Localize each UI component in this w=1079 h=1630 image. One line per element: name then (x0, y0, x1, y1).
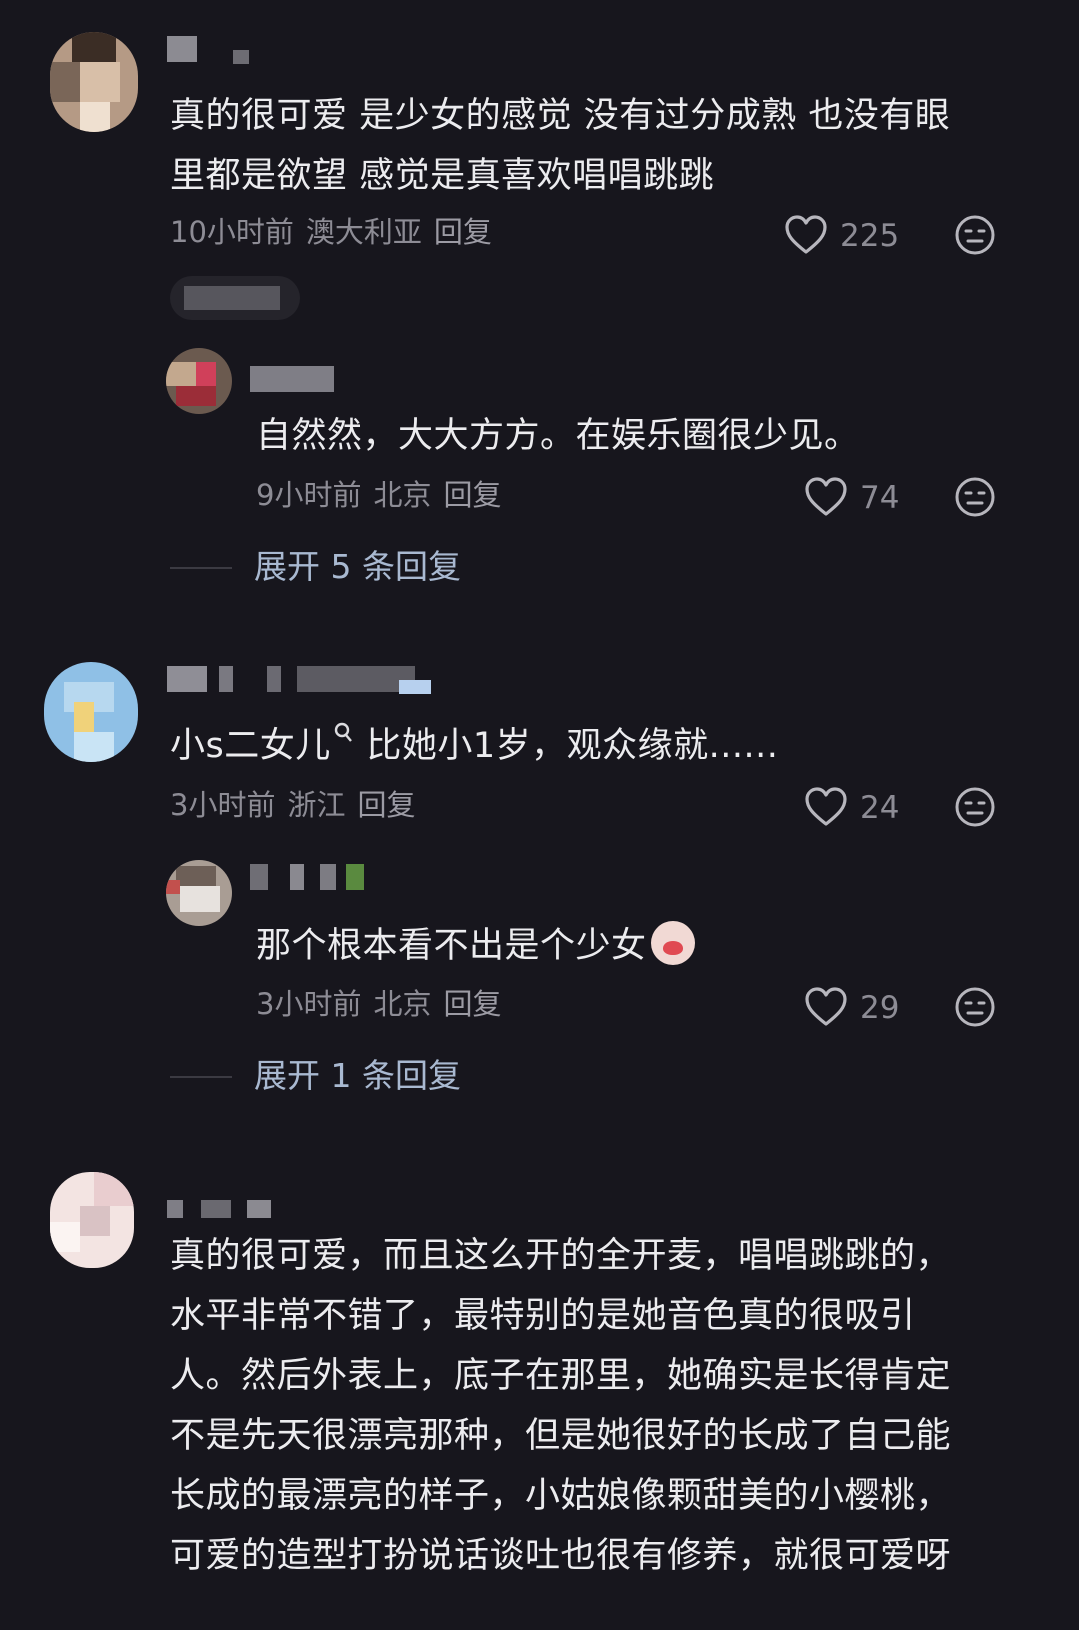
timestamp: 9小时前 (256, 478, 362, 512)
comment-line: 真的很可爱 是少女的感觉 没有过分成熟 也没有眼 (170, 96, 951, 136)
avatar[interactable] (166, 348, 232, 414)
comment-text: 自然然，大大方方。在娱乐圈很少见。 (256, 406, 1016, 466)
heart-outline-icon[interactable] (804, 476, 848, 518)
comment-feed: 真的很可爱 是少女的感觉 没有过分成熟 也没有眼 里都是欲望 感觉是真喜欢唱唱跳… (0, 0, 1079, 1630)
timestamp: 3小时前 (256, 987, 362, 1021)
comment-line: 那个根本看不出是个少女 (256, 926, 647, 966)
expand-replies-button[interactable]: 展开 5 条回复 (254, 547, 461, 587)
avatar[interactable] (50, 32, 138, 132)
expand-replies-button[interactable]: 展开 1 条回复 (254, 1056, 461, 1096)
comment-text-part: 小s二女儿 (170, 726, 331, 766)
like-count: 24 (860, 790, 900, 826)
reply-link[interactable]: 回复 (357, 788, 415, 822)
reply-link[interactable]: 回复 (443, 987, 501, 1021)
reply-link[interactable]: 回复 (443, 478, 501, 512)
neutral-face-icon[interactable] (954, 214, 996, 256)
comment-meta: 3小时前 浙江 回复 (170, 787, 427, 823)
comment-meta: 3小时前 北京 回复 (256, 986, 513, 1022)
comment-text-part: 比她小1岁，观众缘就...... (354, 726, 779, 766)
comment-text: 真的很可爱，而且这么开的全开麦，唱唱跳跳的， 水平非常不错了，最特别的是她音色真… (170, 1226, 1050, 1586)
location: 浙江 (287, 788, 346, 822)
username-blurred[interactable] (167, 36, 257, 64)
avatar[interactable] (44, 662, 138, 762)
comment-line: 水平非常不错了，最特别的是她音色真的很吸引 (170, 1296, 916, 1336)
heart-outline-icon[interactable] (804, 986, 848, 1028)
heart-outline-icon[interactable] (784, 214, 828, 256)
timestamp: 10小时前 (170, 215, 294, 249)
location: 北京 (373, 987, 432, 1021)
neutral-face-icon[interactable] (954, 476, 996, 518)
location: 北京 (373, 478, 432, 512)
heart-outline-icon[interactable] (804, 786, 848, 828)
comment-line: 可爱的造型打扮说话谈吐也很有修养，就很可爱呀 (170, 1536, 952, 1576)
comment-meta: 9小时前 北京 回复 (256, 477, 513, 513)
expand-divider (170, 1076, 232, 1078)
username-blurred[interactable] (167, 1196, 277, 1222)
comment-line: 自然然，大大方方。在娱乐圈很少见。 (256, 416, 860, 456)
blurred-tag[interactable] (170, 276, 300, 320)
search-icon[interactable] (333, 721, 355, 747)
reply-link[interactable]: 回复 (434, 215, 492, 249)
neutral-face-icon[interactable] (954, 786, 996, 828)
timestamp: 3小时前 (170, 788, 276, 822)
like-count: 74 (860, 480, 900, 516)
username-blurred[interactable] (167, 666, 437, 694)
comment-line: 长成的最漂亮的样子，小姑娘像颗甜美的小樱桃， (170, 1476, 952, 1516)
username-blurred[interactable] (250, 366, 334, 392)
comment-line: 不是先天很漂亮那种，但是她很好的长成了自己能 (170, 1416, 952, 1456)
comment-meta: 10小时前 澳大利亚 回复 (170, 214, 504, 250)
neutral-face-icon[interactable] (954, 986, 996, 1028)
like-count: 29 (860, 990, 900, 1026)
comment-text: 小s二女儿 比她小1岁，观众缘就...... (170, 716, 1030, 776)
avatar[interactable] (166, 860, 232, 926)
expand-divider (170, 567, 232, 569)
username-blurred[interactable] (250, 864, 370, 890)
crying-face-emoji-icon (650, 921, 695, 965)
comment-line: 人。然后外表上，底子在那里，她确实是长得肯定 (170, 1356, 952, 1396)
comment-text: 那个根本看不出是个少女 (256, 916, 1016, 976)
comment-line: 里都是欲望 感觉是真喜欢唱唱跳跳 (170, 156, 715, 196)
like-count: 225 (840, 218, 900, 254)
avatar[interactable] (50, 1172, 134, 1268)
comment-text: 真的很可爱 是少女的感觉 没有过分成熟 也没有眼 里都是欲望 感觉是真喜欢唱唱跳… (170, 86, 1030, 206)
location: 澳大利亚 (305, 215, 422, 249)
comment-line: 真的很可爱，而且这么开的全开麦，唱唱跳跳的， (170, 1236, 952, 1276)
